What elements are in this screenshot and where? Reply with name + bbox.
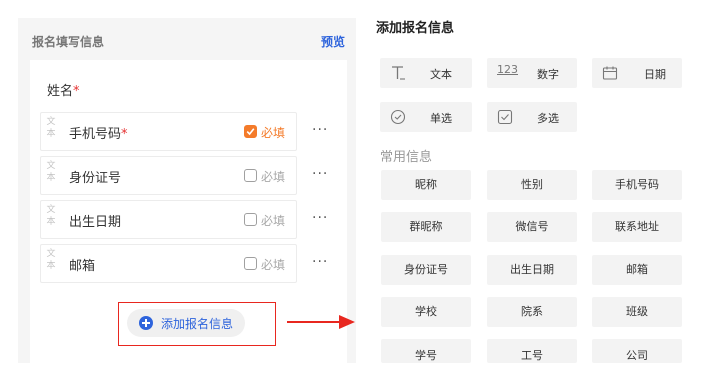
common-item-button[interactable]: 学校 [381,297,471,327]
required-checkbox[interactable]: 必填 [244,124,299,140]
common-item-button[interactable]: 邮箱 [592,255,682,285]
common-item-button[interactable]: 性别 [487,170,577,200]
more-options-button[interactable]: ··· [312,254,328,270]
field-label: 邮箱 [69,259,96,274]
radio-icon [390,109,406,125]
checkbox-icon [244,213,257,226]
more-options-button[interactable]: ··· [312,166,328,182]
field-label: 出生日期 [69,215,122,230]
form-field-row[interactable]: 文本 身份证号 必填 [40,156,297,195]
type-button-text[interactable]: 文本 [380,58,472,88]
type-label: 单选 [430,112,452,125]
required-checkbox[interactable]: 必填 [244,212,299,228]
field-label: 手机号码* [69,123,128,142]
field-label: 身份证号 [69,171,122,186]
type-label: 日期 [644,68,666,81]
form-field-row[interactable]: 文本 邮箱 必填 [40,244,297,283]
common-item-button[interactable]: 出生日期 [487,255,577,285]
form-field-row[interactable]: 文本 手机号码* 必填 [40,112,297,151]
name-field-text: 姓名 [47,84,74,99]
form-field-row[interactable]: 文本 出生日期 必填 [40,200,297,239]
red-arrow-icon [287,315,355,329]
plus-circle-icon [139,316,153,330]
text-icon [392,66,405,80]
required-label: 必填 [261,214,286,228]
required-checkbox[interactable]: 必填 [244,256,299,272]
required-star: * [121,127,128,142]
common-item-button[interactable]: 院系 [487,297,577,327]
type-button-checkbox[interactable]: 多选 [487,102,577,132]
field-type-badge: 文本 [46,161,56,183]
field-type-badge: 文本 [46,205,56,227]
required-label: 必填 [261,170,286,184]
checkbox-icon [244,169,257,182]
common-item-button[interactable]: 微信号 [487,212,577,242]
panel-title: 报名填写信息 [32,35,105,49]
type-button-date[interactable]: 日期 [592,58,682,88]
calendar-icon [602,66,618,80]
common-item-button[interactable]: 手机号码 [592,170,682,200]
common-info-title: 常用信息 [380,150,433,165]
required-checkbox[interactable]: 必填 [244,168,299,184]
required-label: 必填 [261,258,286,272]
common-item-button[interactable]: 昵称 [381,170,471,200]
common-item-button[interactable]: 公司 [592,339,682,363]
checkbox-icon [244,257,257,270]
panel-header: 报名填写信息 预览 [18,18,356,62]
add-info-title: 添加报名信息 [376,21,455,36]
type-label: 数字 [537,68,559,81]
common-item-button[interactable]: 学号 [381,339,471,363]
more-options-button[interactable]: ··· [312,210,328,226]
checkbox-icon [497,109,513,125]
type-label: 多选 [537,112,559,125]
common-item-button[interactable]: 身份证号 [381,255,471,285]
name-field-label: 姓名* [47,80,80,99]
add-button-label: 添加报名信息 [161,317,234,331]
common-item-button[interactable]: 班级 [592,297,682,327]
field-type-badge: 文本 [46,117,56,139]
checkbox-checked-icon [244,125,257,138]
type-button-radio[interactable]: 单选 [380,102,472,132]
more-options-button[interactable]: ··· [312,122,328,138]
number-icon: 123 [497,63,518,76]
type-button-number[interactable]: 123 数字 [487,58,577,88]
field-label-text: 手机号码 [69,127,122,142]
required-star: * [73,84,80,99]
type-label: 文本 [430,68,452,81]
field-type-badge: 文本 [46,249,56,271]
common-item-button[interactable]: 工号 [487,339,577,363]
add-registration-info-button[interactable]: 添加报名信息 [127,309,245,337]
common-item-button[interactable]: 群昵称 [381,212,471,242]
common-item-button[interactable]: 联系地址 [592,212,682,242]
preview-link[interactable]: 预览 [321,33,345,50]
required-label: 必填 [261,126,286,140]
